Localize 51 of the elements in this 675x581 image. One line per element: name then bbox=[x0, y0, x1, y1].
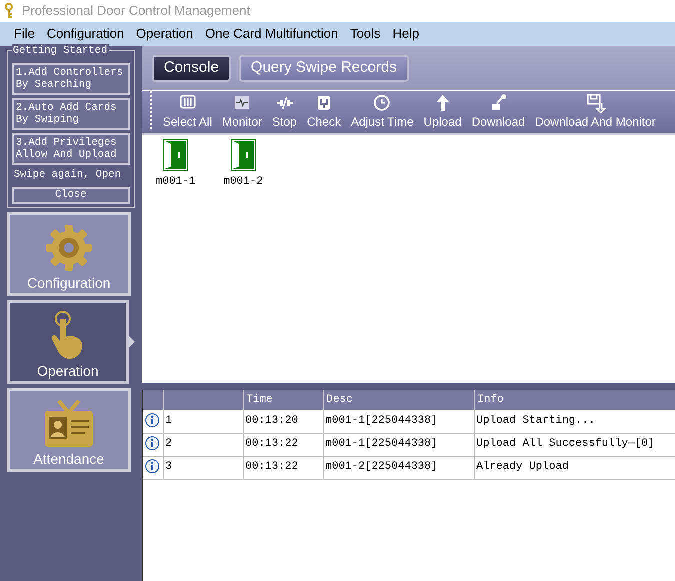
door-item[interactable]: m001-2 bbox=[224, 139, 264, 383]
column-header[interactable]: Desc bbox=[323, 390, 474, 410]
toolbar-button[interactable]: Stop bbox=[270, 93, 300, 129]
table-cell: 3 bbox=[163, 456, 243, 479]
nav-button[interactable]: Attendance bbox=[7, 388, 131, 472]
close-button[interactable]: Close bbox=[12, 186, 130, 204]
info-icon bbox=[145, 436, 160, 452]
table-cell: 2 bbox=[163, 433, 243, 456]
step-button[interactable]: 2.Auto Add Cards By Swiping bbox=[12, 98, 130, 130]
menu-item[interactable]: Help bbox=[386, 21, 426, 47]
table-cell: 1 bbox=[163, 410, 243, 433]
toolbar-button[interactable]: Check bbox=[305, 93, 344, 129]
toolbar-button[interactable]: Select All bbox=[161, 93, 214, 129]
nav-button[interactable]: Configuration bbox=[7, 212, 131, 296]
toolbar-button[interactable]: Monitor bbox=[220, 93, 264, 129]
door-icon bbox=[163, 139, 188, 171]
door-item[interactable]: m001-1 bbox=[156, 139, 196, 383]
pointer-arrow-icon bbox=[129, 336, 135, 348]
toolbar-button[interactable]: Download bbox=[470, 93, 528, 129]
table-cell: Upload All Successfully—[0] bbox=[474, 433, 675, 456]
menu-item[interactable]: Operation bbox=[130, 21, 200, 47]
tab[interactable]: Console bbox=[152, 54, 232, 82]
table-cell: 00:13:20 bbox=[243, 410, 323, 433]
door-icon bbox=[230, 139, 256, 171]
swipe-note: Swipe again, Open bbox=[13, 168, 122, 183]
toolbar-button[interactable]: Adjust Time bbox=[349, 93, 416, 129]
toolbar-button[interactable]: Download And Monitor bbox=[533, 93, 658, 129]
column-header[interactable]: Time bbox=[243, 390, 323, 410]
save-icon bbox=[586, 93, 606, 113]
table-cell: m001-1[225044338] bbox=[323, 410, 474, 433]
nav-button[interactable]: Operation bbox=[7, 300, 129, 384]
column-header[interactable]: Info bbox=[474, 390, 675, 410]
splitter-bar[interactable] bbox=[142, 383, 675, 390]
step-button[interactable]: 1.Add Controllers By Searching bbox=[12, 62, 130, 95]
menu-item[interactable]: Tools bbox=[344, 21, 387, 47]
clock-icon bbox=[372, 93, 392, 113]
window-title: Professional Door Control Management bbox=[22, 2, 250, 20]
menu-item[interactable]: One Card Multifunction bbox=[199, 21, 344, 47]
info-icon bbox=[145, 459, 160, 474]
table-cell: m001-1[225044338] bbox=[323, 433, 474, 456]
gear-icon bbox=[44, 222, 94, 272]
table-cell: m001-2[225044338] bbox=[323, 456, 474, 479]
table-cell: Upload Starting... bbox=[474, 410, 675, 433]
table-cell: 00:13:22 bbox=[243, 456, 323, 479]
menu-item[interactable]: File bbox=[8, 21, 41, 47]
table-cell: 00:13:22 bbox=[243, 433, 323, 456]
table-cell: Already Upload bbox=[474, 456, 675, 479]
step-button[interactable]: 3.Add Privileges Allow And Upload bbox=[12, 132, 130, 165]
info-icon bbox=[145, 412, 160, 428]
tab[interactable]: Query Swipe Records bbox=[239, 54, 409, 82]
toolbar-button[interactable]: Upload bbox=[422, 93, 464, 129]
